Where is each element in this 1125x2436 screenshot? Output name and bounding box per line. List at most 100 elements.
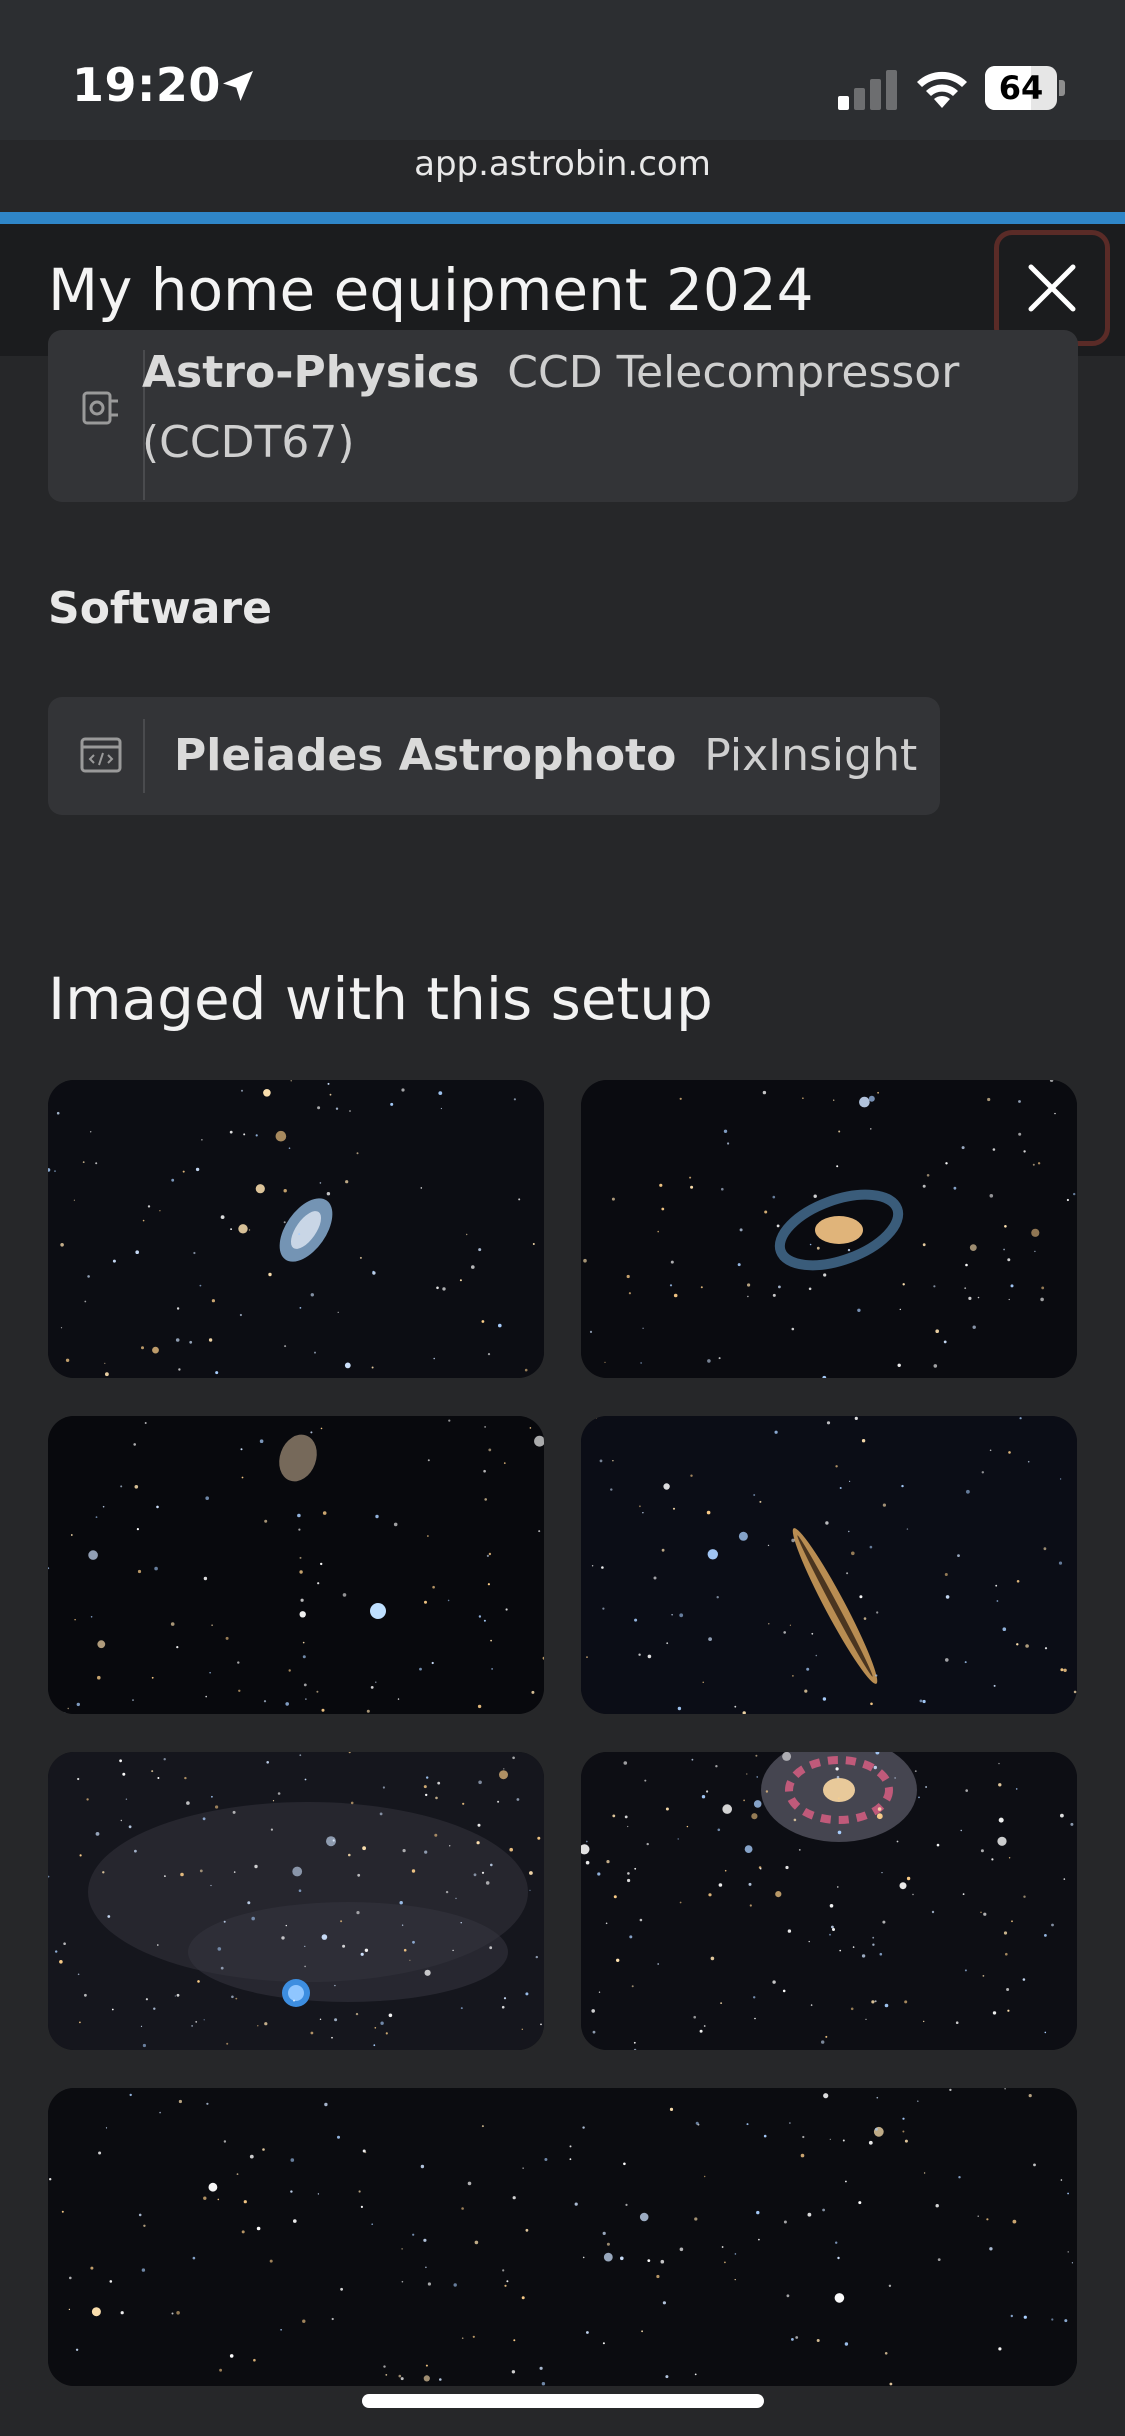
star-point: [1003, 1931, 1008, 1935]
gallery-image[interactable]: [48, 1080, 544, 1378]
star-point: [691, 1758, 694, 1761]
star-point: [993, 1684, 996, 1687]
star-point: [317, 2193, 320, 2195]
star-point: [612, 1460, 614, 1462]
star-point: [998, 1783, 1002, 1787]
star-point: [425, 1793, 428, 1797]
star-point: [1063, 1878, 1066, 1880]
browser-url[interactable]: app.astrobin.com: [0, 144, 1125, 184]
gallery-image[interactable]: [48, 1416, 544, 1714]
star-point: [87, 1275, 90, 1278]
star-point: [837, 1830, 842, 1835]
star-point: [453, 2283, 457, 2287]
gallery-image[interactable]: [581, 1752, 1077, 2050]
star-point: [666, 1642, 669, 1645]
star-point: [401, 2248, 403, 2250]
star-point: [73, 1199, 75, 1201]
star-point: [505, 1608, 508, 1611]
star-point: [822, 1697, 827, 1701]
star-point: [462, 1802, 465, 1805]
gallery-image[interactable]: [581, 1080, 1077, 1378]
star-point: [230, 1228, 233, 1230]
star-point: [846, 1572, 849, 1575]
star-point: [748, 1882, 752, 1886]
software-item-card[interactable]: Pleiades Astrophoto PixInsight: [48, 697, 940, 815]
star-point: [447, 1599, 450, 1602]
star-point: [400, 2377, 404, 2381]
star-point: [1070, 1822, 1074, 1826]
star-point: [821, 2040, 825, 2044]
star-point: [176, 2311, 180, 2315]
star-point: [665, 1807, 669, 1811]
star-point: [524, 1368, 528, 1372]
star-point: [1031, 1228, 1040, 1237]
star-point: [374, 2027, 377, 2029]
star-point: [337, 1311, 339, 1313]
star-point: [144, 1422, 147, 1424]
star-point: [91, 2307, 101, 2317]
star-point: [923, 2020, 925, 2023]
star-point: [97, 1640, 106, 1649]
star-point: [673, 1507, 675, 1510]
star-point: [989, 2247, 993, 2251]
star-point: [778, 1285, 781, 1289]
star-point: [373, 2044, 376, 2047]
star-point: [871, 2000, 875, 2004]
star-point: [243, 1133, 246, 1136]
star-point: [49, 2178, 52, 2181]
star-point: [499, 1770, 508, 1780]
star-point: [247, 1901, 251, 1905]
star-point: [264, 2022, 268, 2026]
star-point: [717, 1828, 721, 1832]
star-point: [55, 1950, 58, 1953]
star-point: [721, 1187, 724, 1191]
star-point: [157, 1777, 160, 1779]
software-window-icon: [80, 737, 122, 773]
star-point: [426, 1776, 429, 1779]
star-point: [90, 2266, 94, 2270]
star-point: [488, 1448, 492, 1452]
star-point: [1051, 2318, 1054, 2321]
star-point: [316, 1690, 319, 1693]
star-point: [388, 2013, 393, 2018]
star-point: [50, 2095, 53, 2098]
star-point: [120, 2311, 124, 2315]
star-point: [490, 1863, 493, 1867]
gallery-image[interactable]: [581, 1416, 1077, 1714]
star-point: [744, 1845, 753, 1853]
star-point: [310, 1431, 313, 1434]
star-point: [59, 1960, 63, 1964]
star-point: [349, 1110, 351, 1112]
star-point: [656, 2274, 660, 2279]
star-point: [982, 1975, 985, 1977]
star-point: [720, 2002, 722, 2004]
star-point: [119, 1759, 122, 1763]
gallery-image[interactable]: [48, 1752, 544, 2050]
star-point: [876, 1813, 883, 1820]
star-point: [661, 1207, 665, 1211]
star-point: [602, 1607, 605, 1610]
star-point: [718, 1883, 723, 1887]
star-point: [833, 1099, 835, 1101]
star-point: [610, 1488, 613, 1491]
gallery-image[interactable]: [48, 2088, 1077, 2386]
software-section-label: Software: [48, 583, 272, 634]
star-point: [737, 1263, 741, 1267]
star-point: [531, 1690, 535, 1694]
star-point: [223, 1920, 226, 1923]
star-point: [998, 1762, 1000, 1765]
star-point: [137, 1569, 142, 1574]
star-point: [461, 2207, 464, 2210]
star-point: [865, 2018, 867, 2020]
star-point: [382, 1786, 385, 1789]
home-indicator[interactable]: [362, 2394, 764, 2408]
star-point: [624, 1815, 628, 1819]
star-point: [248, 1229, 251, 1231]
star-point: [490, 1639, 492, 1642]
star-point: [314, 1351, 316, 1354]
star-point: [326, 1836, 336, 1847]
star-point: [838, 1130, 841, 1133]
star-point: [724, 2261, 726, 2264]
star-point: [582, 2256, 585, 2259]
star-point: [504, 1462, 506, 1464]
